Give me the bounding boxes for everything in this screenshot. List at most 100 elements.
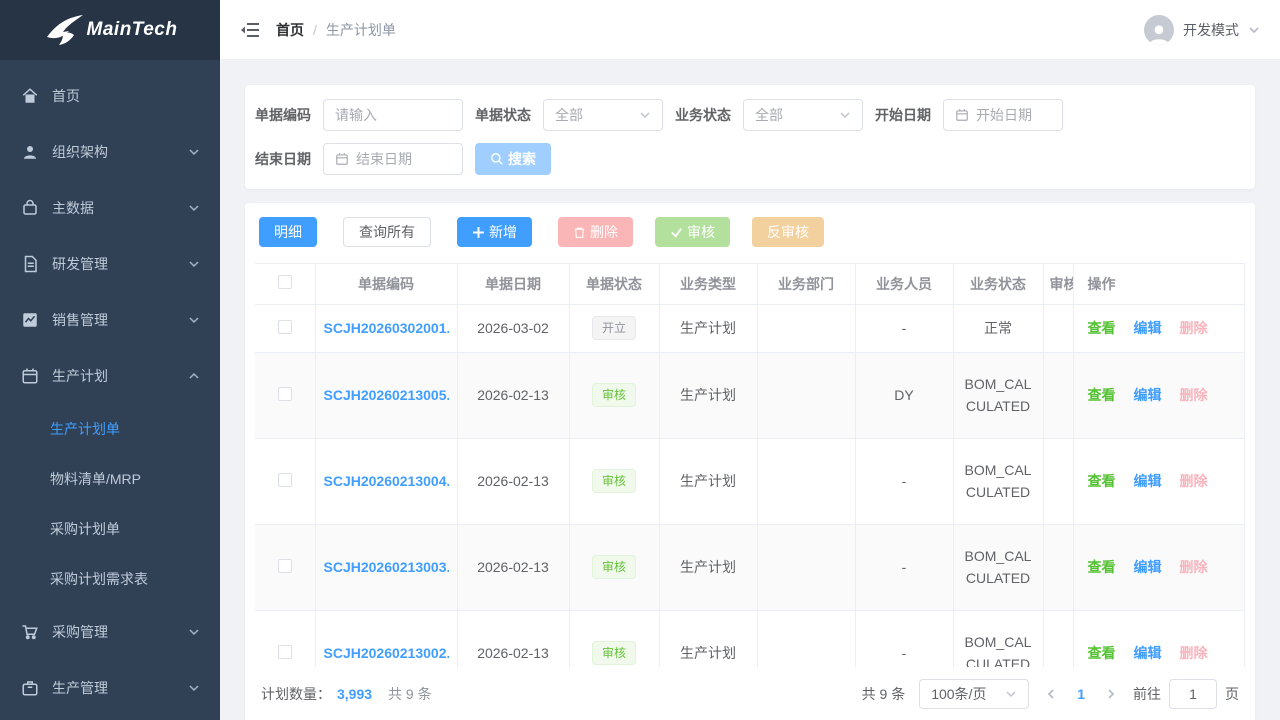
view-link[interactable]: 查看 [1088,557,1116,577]
doc-code-link[interactable]: SCJH20260213002... [324,645,449,661]
plus-icon [472,226,485,239]
edit-link[interactable]: 编辑 [1134,385,1162,405]
delete-link[interactable]: 删除 [1180,385,1208,405]
end-date-label: 结束日期 [255,149,311,169]
biz-dept-cell [757,524,855,610]
calendar-icon [335,152,349,166]
edit-link[interactable]: 编辑 [1134,318,1162,338]
cart-icon [20,622,40,642]
biz-type-cell: 生产计划 [659,524,757,610]
doc-status-tag: 审核 [592,555,636,579]
row-checkbox[interactable] [278,473,292,487]
start-date-picker[interactable]: 开始日期 [943,99,1063,131]
detail-button[interactable]: 明细 [259,217,317,247]
avatar [1144,15,1174,45]
sidebar-item-purchasing[interactable]: 采购管理 [0,604,220,660]
col-biz-type: 业务类型 [659,264,757,304]
next-page-icon[interactable] [1103,688,1119,700]
chevron-down-icon [188,202,200,214]
sidebar-subitem-purchase-plan[interactable]: 采购计划单 [0,504,220,554]
row-checkbox[interactable] [278,320,292,334]
delete-link[interactable]: 删除 [1180,557,1208,577]
brand-logo: MainTech [0,0,220,60]
audit-clipped-cell [1043,524,1073,610]
sidebar-subitem-purchase-demand[interactable]: 采购计划需求表 [0,554,220,604]
biz-dept-cell [757,438,855,524]
delete-link[interactable]: 删除 [1180,643,1208,663]
view-link[interactable]: 查看 [1088,643,1116,663]
sidebar-subitem-production-plan-order[interactable]: 生产计划单 [0,404,220,454]
data-table: 单据编码 单据日期 单据状态 业务类型 业务部门 业务人员 业务状态 审核 操作 [255,264,1245,667]
table-footer: 计划数量： 3,993 共 9 条 共 9 条 100条/页 [255,679,1245,709]
swoosh-logo-icon [43,13,85,47]
sidebar-item-label: 研发管理 [52,254,188,274]
col-biz-dept: 业务部门 [757,264,855,304]
query-all-button[interactable]: 查询所有 [343,217,431,247]
delete-button[interactable]: 删除 [558,217,633,247]
select-all-cell [255,264,315,304]
biz-dept-cell [757,304,855,352]
chevron-down-icon [839,109,851,121]
document-icon [20,254,40,274]
row-checkbox[interactable] [278,387,292,401]
goto-page-input[interactable] [1181,686,1205,702]
biz-status-cell: 正常 [953,304,1043,352]
sidebar-subitem-bom-mrp[interactable]: 物料清单/MRP [0,454,220,504]
user-menu[interactable]: 开发模式 [1144,15,1260,45]
delete-link[interactable]: 删除 [1180,471,1208,491]
search-button[interactable]: 搜索 [475,143,551,175]
calendar-icon [955,108,969,122]
audit-button-label: 审核 [687,222,715,242]
doc-date-cell: 2026-03-02 [457,304,569,352]
edit-link[interactable]: 编辑 [1134,557,1162,577]
sidebar-item-home[interactable]: 首页 [0,68,220,124]
trash-icon [573,226,586,239]
end-date-picker[interactable]: 结束日期 [323,143,463,175]
page-size-select[interactable]: 100条/页 [919,679,1029,709]
biz-person-cell: - [855,304,953,352]
view-link[interactable]: 查看 [1088,385,1116,405]
sidebar-item-production-plan[interactable]: 生产计划 [0,348,220,404]
sidebar-item-label: 销售管理 [52,310,188,330]
edit-link[interactable]: 编辑 [1134,643,1162,663]
doc-code-input[interactable] [335,107,451,123]
pagination-total: 共 9 条 [862,684,906,704]
col-doc-status: 单据状态 [569,264,659,304]
biz-person-cell: - [855,438,953,524]
audit-clipped-cell [1043,438,1073,524]
biz-status-select[interactable]: 全部 [743,99,863,131]
sidebar-item-org[interactable]: 组织架构 [0,124,220,180]
page-number-1[interactable]: 1 [1073,686,1089,702]
sidebar-item-manufacturing[interactable]: 生产管理 [0,660,220,716]
audit-button[interactable]: 审核 [655,217,730,247]
doc-code-link[interactable]: SCJH20260302001... [324,320,449,336]
sidebar-item-sales[interactable]: 销售管理 [0,292,220,348]
row-checkbox[interactable] [278,645,292,659]
add-button[interactable]: 新增 [457,217,532,247]
doc-code-link[interactable]: SCJH20260213005... [324,387,449,403]
sidebar-fold-icon[interactable] [240,22,260,38]
view-link[interactable]: 查看 [1088,318,1116,338]
delete-link[interactable]: 删除 [1180,318,1208,338]
doc-code-link[interactable]: SCJH20260213004... [324,473,449,489]
sidebar-item-rd[interactable]: 研发管理 [0,236,220,292]
biz-status-cell: BOM_CALCULATED [953,524,1043,610]
chevron-down-icon [1005,688,1017,700]
breadcrumb: 首页 / 生产计划单 [276,20,396,40]
production-plan-submenu: 生产计划单 物料清单/MRP 采购计划单 采购计划需求表 [0,404,220,604]
doc-date-cell: 2026-02-13 [457,438,569,524]
unaudit-button[interactable]: 反审核 [752,217,824,247]
col-biz-person: 业务人员 [855,264,953,304]
top-header: 首页 / 生产计划单 开发模式 [220,0,1280,60]
row-checkbox[interactable] [278,559,292,573]
biz-dept-cell [757,352,855,438]
doc-status-select[interactable]: 全部 [543,99,663,131]
sidebar-item-masterdata[interactable]: 主数据 [0,180,220,236]
prev-page-icon[interactable] [1043,688,1059,700]
select-all-checkbox[interactable] [278,275,292,289]
edit-link[interactable]: 编辑 [1134,471,1162,491]
doc-code-link[interactable]: SCJH20260213003... [324,559,449,575]
bag-icon [20,198,40,218]
breadcrumb-home[interactable]: 首页 [276,20,304,40]
view-link[interactable]: 查看 [1088,471,1116,491]
